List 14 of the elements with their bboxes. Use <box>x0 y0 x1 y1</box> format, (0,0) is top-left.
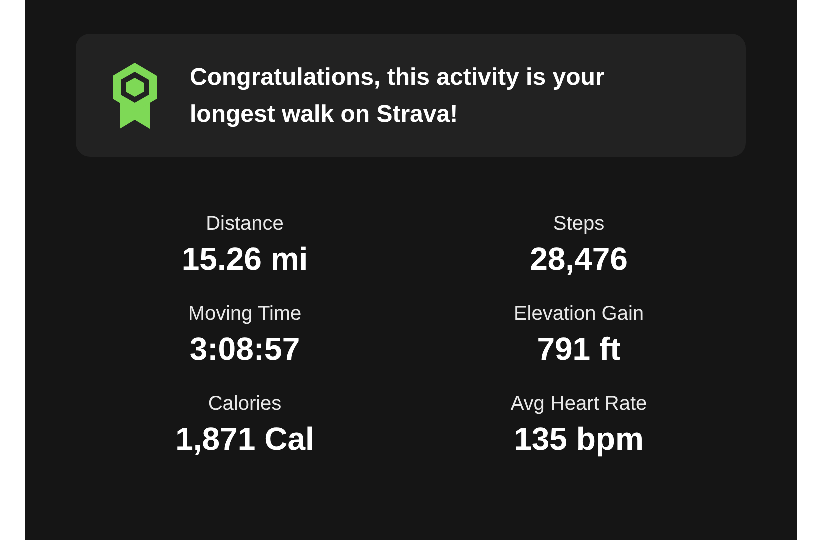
stat-value: 28,476 <box>530 240 628 279</box>
achievement-message: Congratulations, this activity is your longest walk on Strava! <box>190 62 606 130</box>
stat-value: 3:08:57 <box>190 330 300 369</box>
stat-label: Avg Heart Rate <box>510 392 648 417</box>
stat-value: 15.26 mi <box>182 240 308 279</box>
stat-value: 1,871 Cal <box>176 420 314 459</box>
stat-value: 791 ft <box>537 330 621 369</box>
stat-label: Moving Time <box>188 302 302 327</box>
stat-label: Steps <box>553 212 605 237</box>
stat-label: Distance <box>206 212 284 237</box>
stat-label: Elevation Gain <box>514 302 644 327</box>
stat-value: 135 bpm <box>514 420 644 459</box>
stat-label: Calories <box>208 392 282 417</box>
award-badge-icon <box>110 60 160 130</box>
